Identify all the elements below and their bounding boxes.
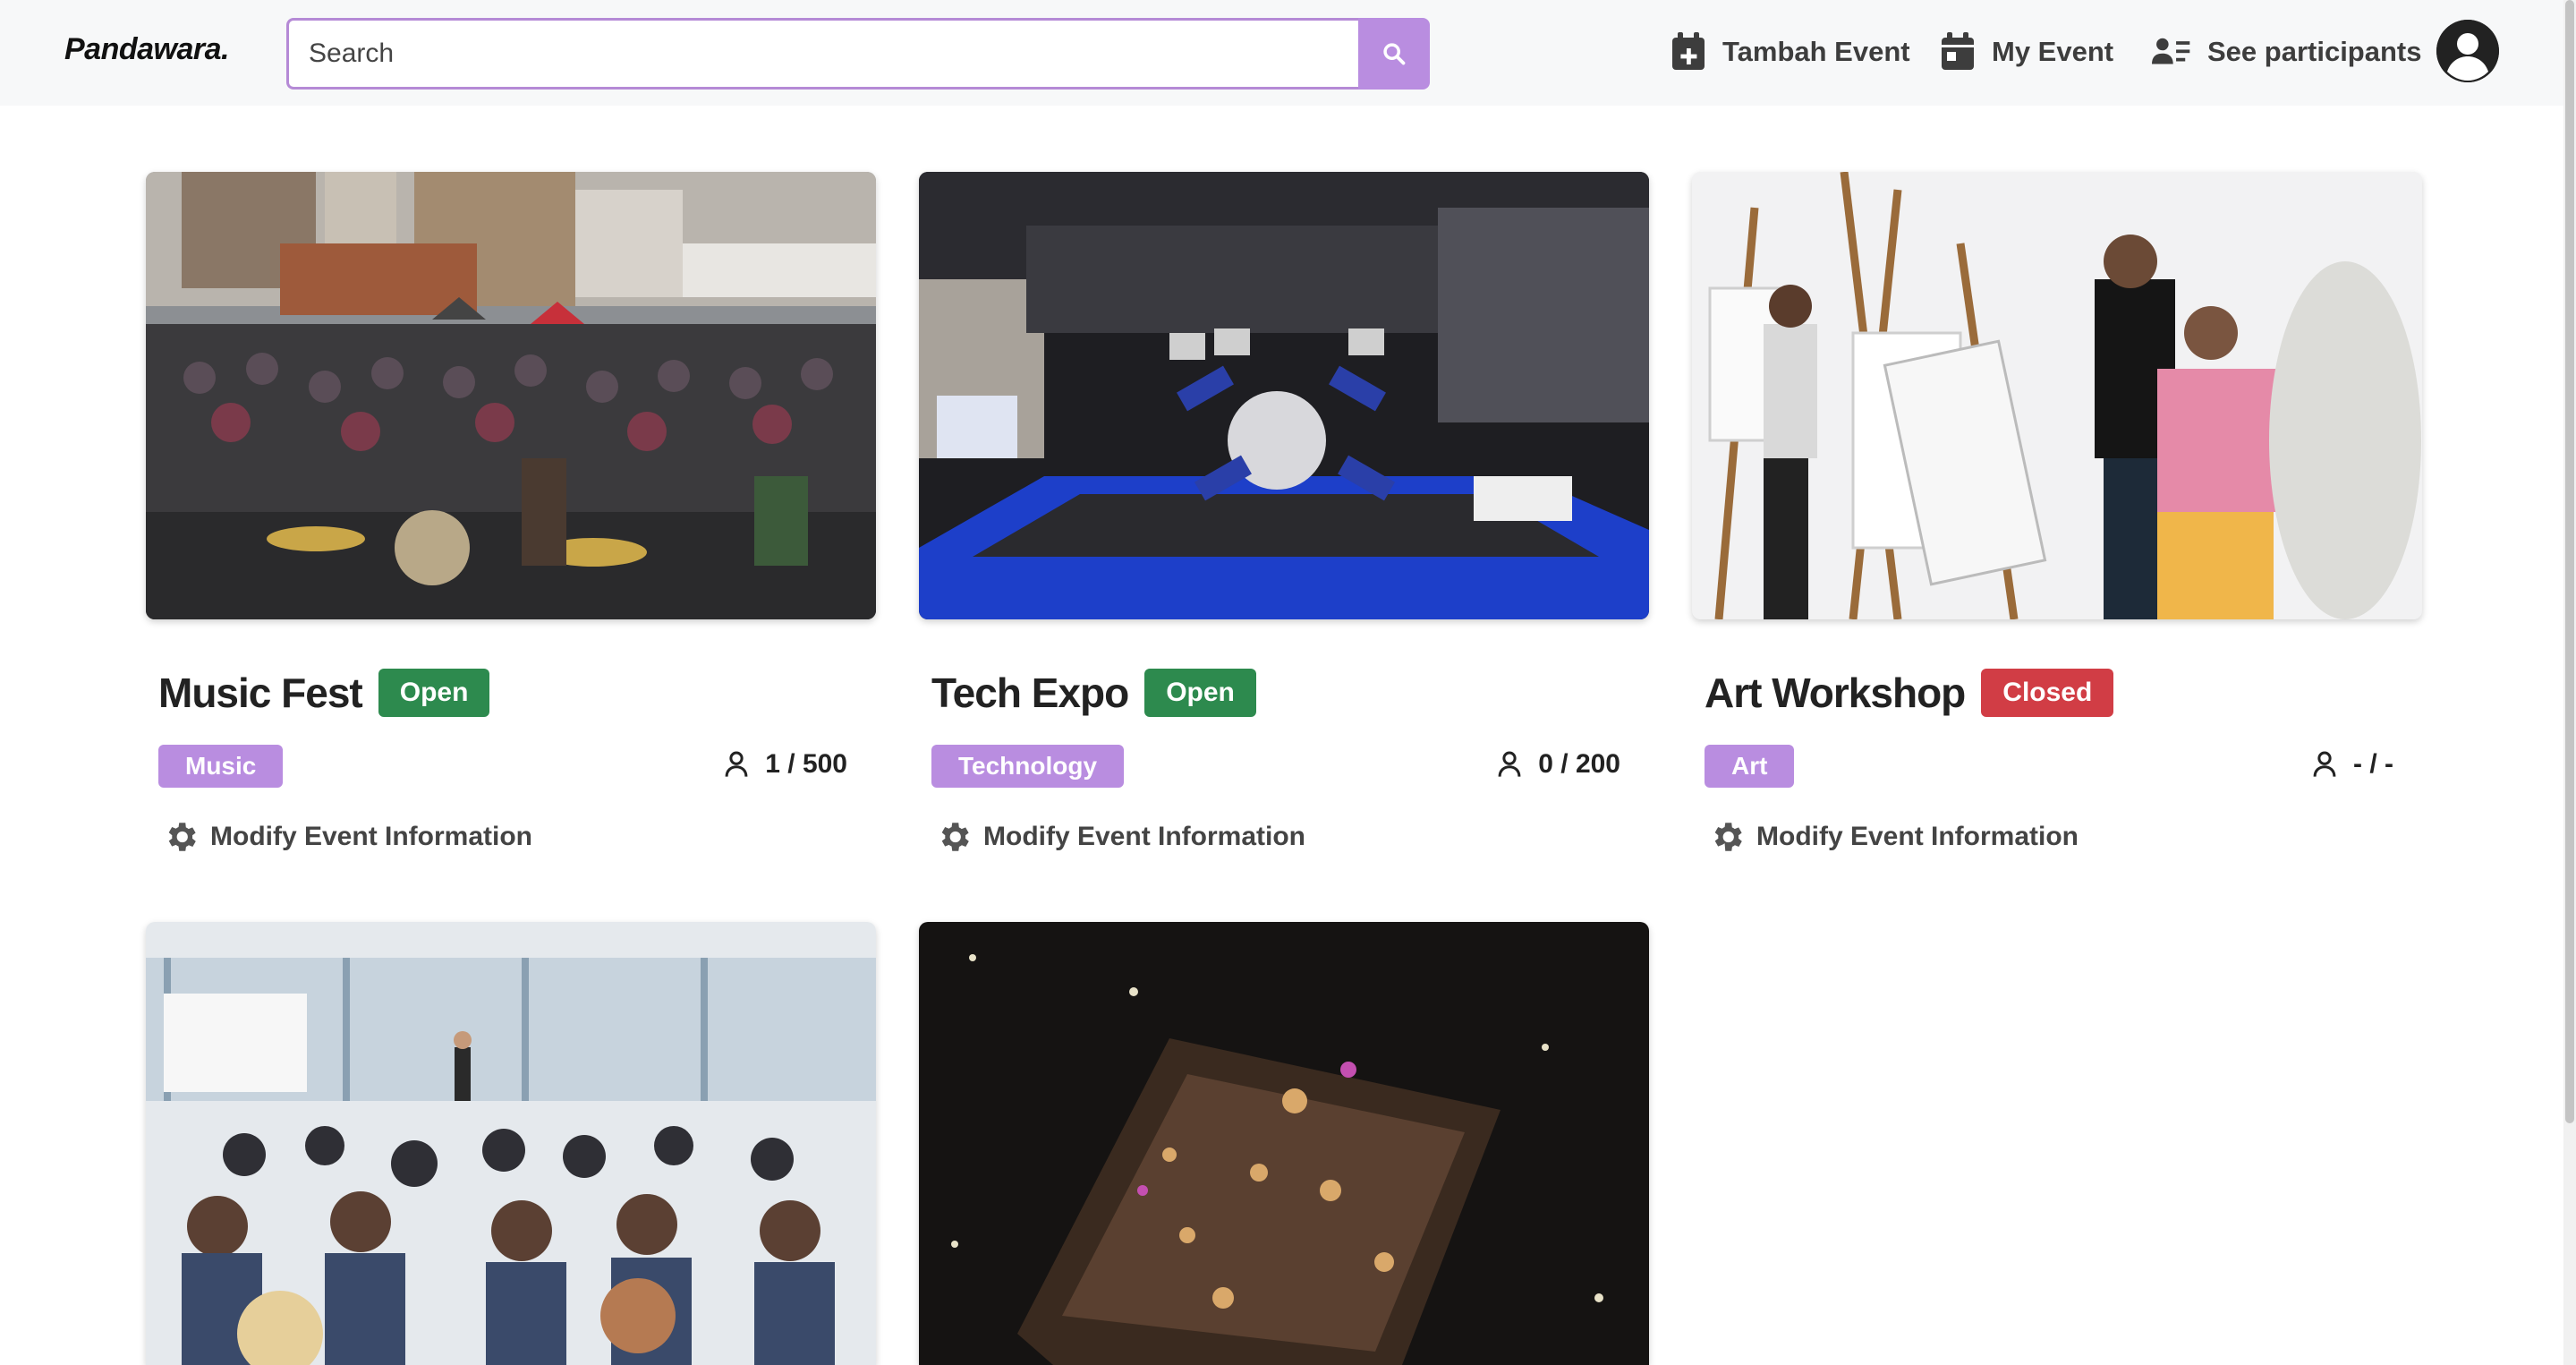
card-title-row: Art Workshop Closed — [1705, 669, 2114, 717]
status-badge: Open — [378, 669, 490, 717]
search-button[interactable] — [1358, 18, 1430, 90]
nav-label: Tambah Event — [1722, 36, 1910, 67]
event-title: Art Workshop — [1705, 670, 1966, 716]
concert-photo — [146, 172, 876, 619]
search-icon — [1383, 43, 1406, 65]
nav-label: See participants — [2207, 36, 2422, 67]
category-badge: Art — [1705, 745, 1795, 788]
calendar-plus-icon — [1672, 32, 1705, 70]
event-card — [146, 922, 876, 1365]
modify-event-link[interactable]: Modify Event Information — [935, 818, 1305, 856]
gear-icon — [1714, 823, 1742, 851]
navbar: Pandawara. Tambah Event My Event See par… — [0, 0, 2576, 106]
modify-event-link[interactable]: Modify Event Information — [162, 818, 532, 856]
status-badge: Open — [1144, 669, 1256, 717]
event-title: Tech Expo — [931, 670, 1129, 716]
nav-my-event[interactable]: My Event — [1940, 27, 2113, 77]
avatar[interactable] — [2436, 20, 2499, 82]
event-image[interactable] — [146, 922, 876, 1365]
user-list-icon — [2152, 38, 2190, 64]
modify-label: Modify Event Information — [983, 822, 1305, 851]
gear-icon — [168, 823, 196, 851]
nav-see-participants[interactable]: See participants — [2152, 27, 2421, 77]
event-image[interactable] — [1692, 172, 2422, 619]
category-badge: Technology — [931, 745, 1125, 788]
status-badge: Closed — [1981, 669, 2114, 717]
seminar-photo — [146, 922, 876, 1365]
expo-photo — [919, 172, 1649, 619]
modify-label: Modify Event Information — [1756, 822, 2079, 851]
modify-event-link[interactable]: Modify Event Information — [1708, 818, 2079, 856]
event-card — [919, 922, 1649, 1365]
event-image[interactable] — [919, 172, 1649, 619]
night-festival-photo — [919, 922, 1649, 1365]
person-icon — [2313, 751, 2336, 777]
scrollbar[interactable] — [2563, 0, 2576, 1365]
event-image[interactable] — [146, 172, 876, 619]
gear-icon — [941, 823, 969, 851]
card-title-row: Music Fest Open — [158, 669, 490, 717]
event-image[interactable] — [919, 922, 1649, 1365]
category-badge: Music — [158, 745, 284, 788]
participant-count: 0 / 200 — [1497, 749, 1620, 780]
participant-count-text: 1 / 500 — [765, 749, 847, 779]
card-title-row: Tech Expo Open — [931, 669, 1256, 717]
nav-label: My Event — [1992, 36, 2114, 67]
user-circle-icon — [2436, 20, 2499, 82]
nav-tambah-event[interactable]: Tambah Event — [1671, 27, 1910, 77]
event-card: Art Workshop Closed Art - / - Modify Eve… — [1692, 172, 2422, 851]
event-card: Tech Expo Open Technology 0 / 200 Modify… — [919, 172, 1649, 851]
search-input[interactable] — [286, 18, 1358, 90]
scrollbar-thumb[interactable] — [2565, 0, 2574, 1123]
participant-count: 1 / 500 — [724, 749, 847, 780]
participant-count: - / - — [2312, 749, 2393, 780]
modify-label: Modify Event Information — [210, 822, 532, 851]
event-card: Music Fest Open Music 1 / 500 Modify Eve… — [146, 172, 876, 851]
workshop-photo — [1692, 172, 2422, 619]
participant-count-text: 0 / 200 — [1538, 749, 1620, 779]
person-icon — [725, 751, 748, 777]
calendar-icon — [1942, 32, 1974, 70]
participant-count-text: - / - — [2353, 749, 2393, 779]
brand-logo[interactable]: Pandawara. — [64, 32, 229, 67]
person-icon — [1498, 751, 1521, 777]
event-title: Music Fest — [158, 670, 363, 716]
search-bar — [286, 18, 1430, 90]
